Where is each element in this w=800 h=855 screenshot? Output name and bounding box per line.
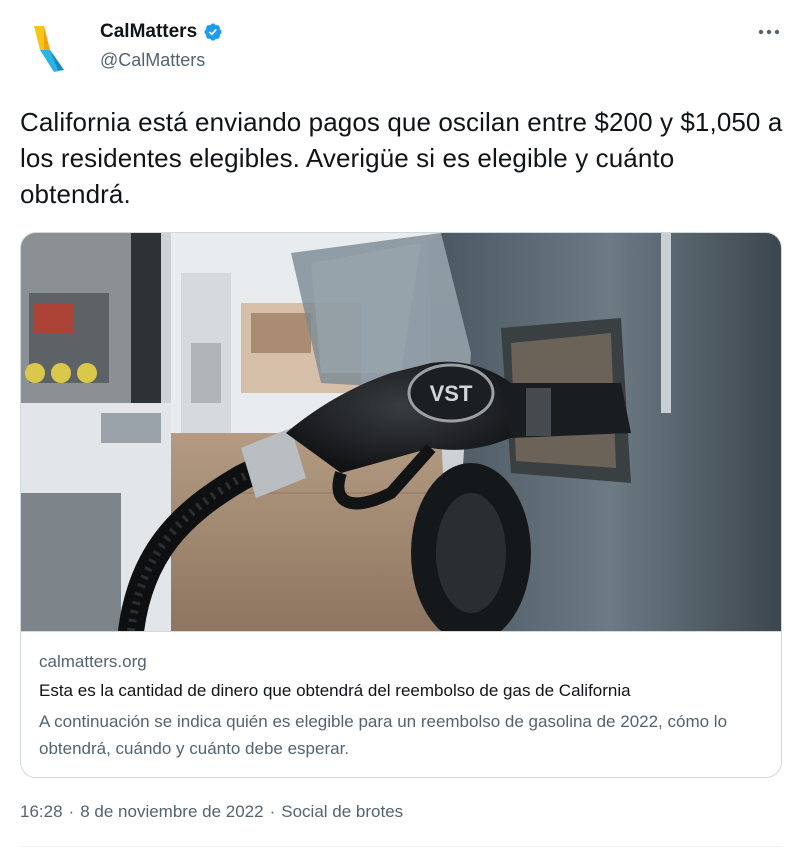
tweet-time[interactable]: 16:28 (20, 802, 63, 822)
calmatters-logo (34, 26, 64, 72)
tweet-text: California está enviando pagos que oscil… (20, 107, 783, 209)
tweet-meta: 16:28 · 8 de noviembre de 2022 · Social … (20, 802, 403, 822)
more-horizontal-icon (758, 29, 780, 35)
nozzle-brand-text: VST (430, 381, 473, 406)
tweet-date[interactable]: 8 de noviembre de 2022 (80, 802, 263, 822)
card-divider (21, 631, 781, 632)
author-name-row[interactable]: CalMatters (100, 21, 223, 43)
card-description: A continuación se indica quién es elegib… (39, 712, 728, 758)
author-handle[interactable]: @CalMatters (100, 50, 205, 71)
card-domain: calmatters.org (39, 652, 147, 671)
tweet-source[interactable]: Social de brotes (281, 802, 403, 822)
link-preview-card[interactable]: VST calmatters.org Esta es la cantidad d… (20, 232, 782, 778)
meta-separator: · (269, 802, 276, 821)
bottom-divider (20, 846, 782, 847)
card-title[interactable]: Esta es la cantidad de dinero que obtend… (39, 681, 631, 701)
card-image-gas-pump[interactable]: VST (21, 233, 781, 631)
tweet: CalMatters @CalMatters California está e… (0, 0, 800, 855)
author-avatar[interactable] (20, 20, 80, 80)
verified-badge-icon (204, 23, 222, 41)
author-name[interactable]: CalMatters (100, 21, 197, 43)
more-options-button[interactable] (756, 22, 782, 42)
meta-separator: · (68, 802, 75, 821)
